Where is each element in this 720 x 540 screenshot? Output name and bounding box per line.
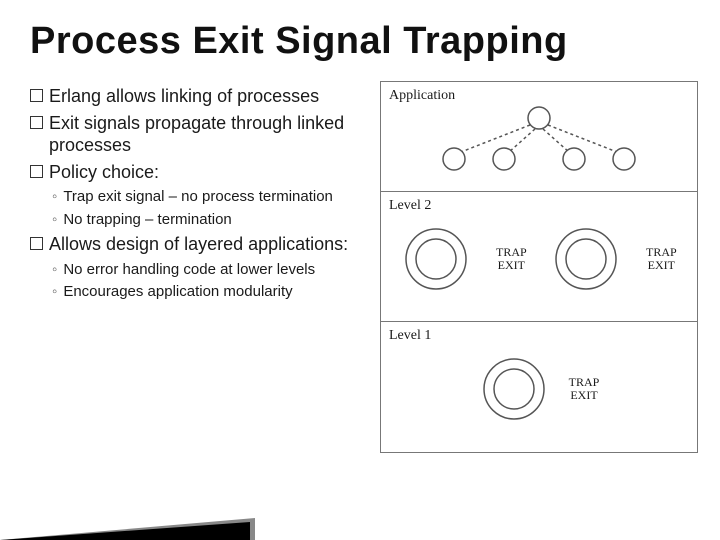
- bullet-policy: Policy choice:: [30, 161, 370, 184]
- subbullet-noerror: ◦ No error handling code at lower levels: [52, 260, 370, 280]
- panel-level1: Level 1 TRAPEXIT: [381, 322, 697, 452]
- trap-node-icon: [551, 224, 621, 294]
- panel-label: Level 1: [389, 328, 689, 344]
- bullet-text: Erlang allows linking of processes: [49, 85, 319, 108]
- subbullet-text: No error handling code at lower levels: [63, 260, 315, 280]
- panel-label: Application: [389, 88, 689, 104]
- box-icon: [30, 237, 43, 250]
- slide-title: Process Exit Signal Trapping: [30, 20, 690, 63]
- slide-accent-icon: [0, 522, 250, 540]
- subbullet-trap: ◦ Trap exit signal – no process terminat…: [52, 187, 370, 207]
- ring-icon: ◦: [52, 282, 57, 302]
- application-graph-icon: [389, 104, 689, 184]
- subbullet-text: Encourages application modularity: [63, 282, 292, 302]
- bullet-allows: Allows design of layered applications:: [30, 233, 370, 256]
- trap-exit-label: TRAPEXIT: [569, 376, 600, 402]
- panel-label: Level 2: [389, 198, 689, 214]
- subbullet-text: No trapping – termination: [63, 210, 231, 230]
- trap-exit-label: TRAPEXIT: [646, 246, 677, 272]
- trap-node-icon: [479, 354, 549, 424]
- diagram-column: Application: [380, 81, 698, 453]
- bullet-text: Policy choice:: [49, 161, 159, 184]
- ring-icon: ◦: [52, 210, 57, 230]
- ring-icon: ◦: [52, 187, 57, 207]
- bullet-text: Exit signals propagate through linked pr…: [49, 112, 370, 157]
- box-icon: [30, 116, 43, 129]
- subbullet-text: Trap exit signal – no process terminatio…: [63, 187, 333, 207]
- trap-node-icon: [401, 224, 471, 294]
- subbullet-modularity: ◦ Encourages application modularity: [52, 282, 370, 302]
- bullet-erlang: Erlang allows linking of processes: [30, 85, 370, 108]
- bullet-column: Erlang allows linking of processes Exit …: [30, 81, 370, 453]
- ring-icon: ◦: [52, 260, 57, 280]
- subbullet-notrap: ◦ No trapping – termination: [52, 210, 370, 230]
- panel-application: Application: [381, 82, 697, 192]
- box-icon: [30, 165, 43, 178]
- box-icon: [30, 89, 43, 102]
- bullet-exit-signals: Exit signals propagate through linked pr…: [30, 112, 370, 157]
- bullet-text: Allows design of layered applications:: [49, 233, 348, 256]
- panel-level2: Level 2 TRAPEXIT: [381, 192, 697, 322]
- trap-exit-label: TRAPEXIT: [496, 246, 527, 272]
